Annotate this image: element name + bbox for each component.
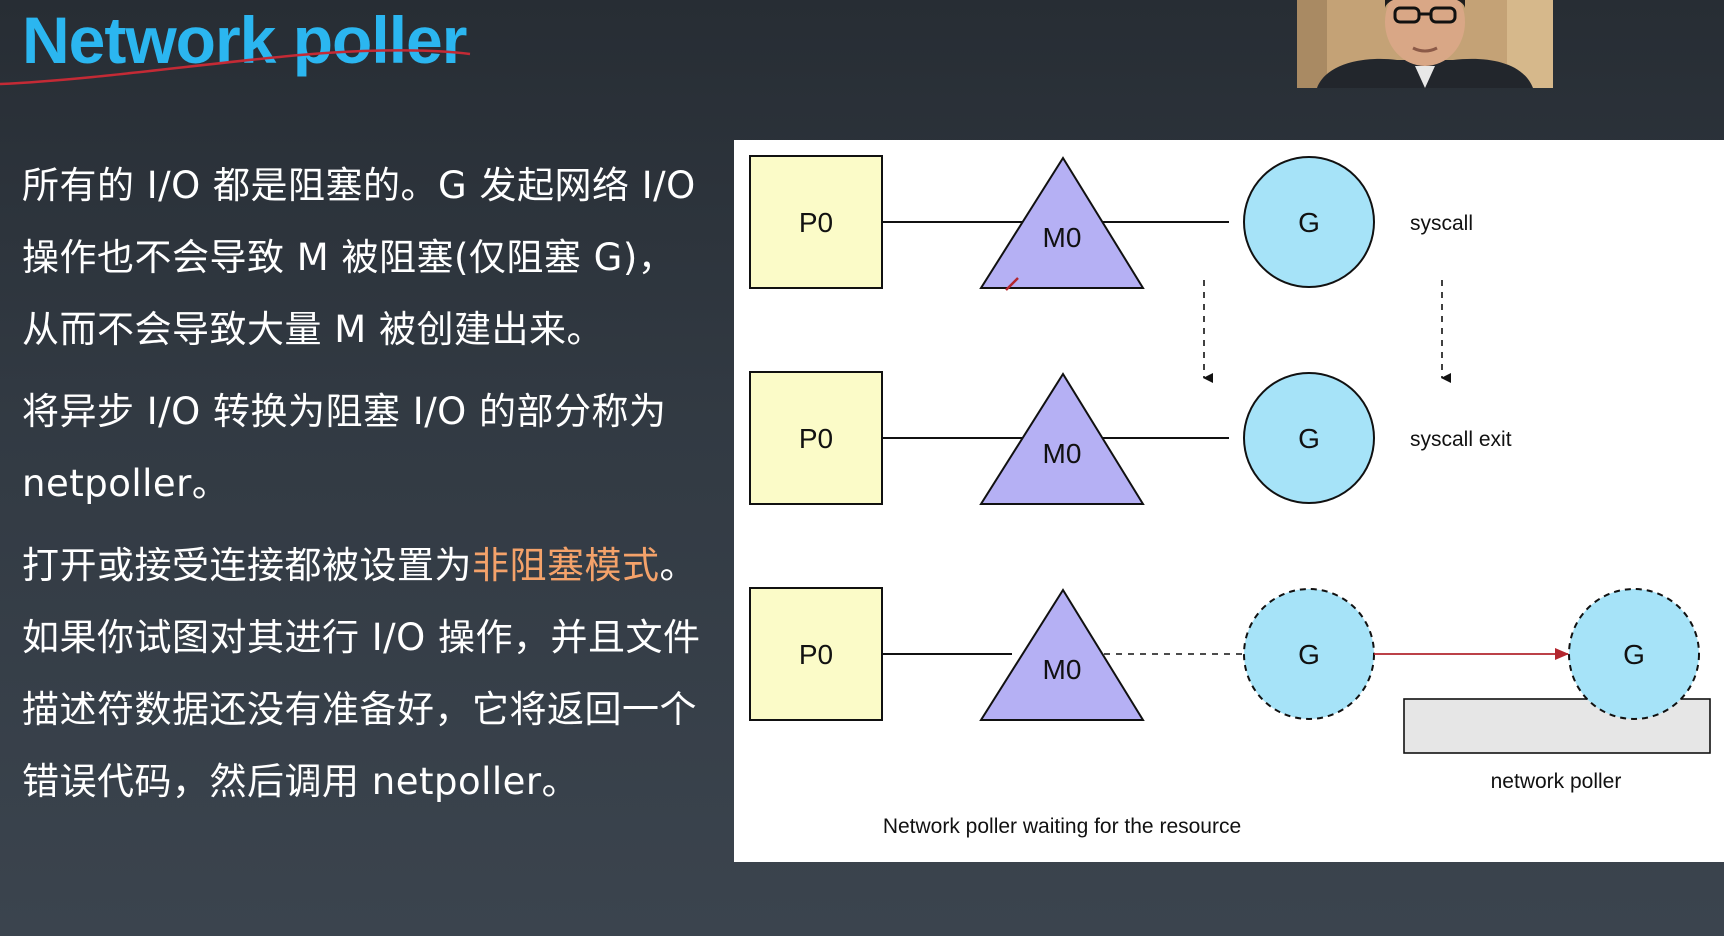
diagram-row-syscall-exit: P0 M0 G syscall exit (749, 371, 1512, 505)
paragraph-io-blocking: 所有的 I/O 都是阻塞的。G 发起网络 I/O 操作也不会导致 M 被阻塞(仅… (22, 164, 696, 351)
goroutine-label: G (1298, 207, 1320, 238)
goroutine-label: G (1298, 639, 1320, 670)
processor-label: P0 (799, 207, 833, 238)
network-poller-diagram: P0 M0 G syscall P0 M0 G syscall exit P0 (749, 155, 1711, 838)
highlight-nonblocking-mode: 非阻塞模式 (472, 544, 660, 587)
slide-body-text: 所有的 I/O 都是阻塞的。G 发起网络 I/O 操作也不会导致 M 被阻塞(仅… (22, 150, 712, 818)
syscall-exit-label: syscall exit (1410, 428, 1512, 451)
machine-label: M0 (1043, 222, 1082, 253)
presenter-webcam (1297, 0, 1553, 88)
goroutine-label: G (1298, 423, 1320, 454)
network-poller-label: network poller (1491, 770, 1622, 793)
processor-label: P0 (799, 423, 833, 454)
syscall-label: syscall (1410, 212, 1473, 235)
diagram-row-syscall: P0 M0 G syscall (749, 155, 1473, 289)
processor-label: P0 (799, 639, 833, 670)
goroutine-label: G (1623, 639, 1645, 670)
paragraph-nonblocking-before: 打开或接受连接都被设置为 (22, 544, 472, 587)
diagram-row-network-poller: P0 M0 G G network poller Network poller … (749, 587, 1711, 838)
presenter-image (1297, 0, 1553, 88)
diagram-caption: Network poller waiting for the resource (883, 815, 1241, 838)
paragraph-nonblocking-mode: 打开或接受连接都被设置为非阻塞模式。如果你试图对其进行 I/O 操作，并且文件描… (22, 530, 712, 818)
diagram-panel: P0 M0 G syscall P0 M0 G syscall exit P0 (734, 140, 1724, 862)
machine-label: M0 (1043, 438, 1082, 469)
paragraph-netpoller-definition: 将异步 I/O 转换为阻塞 I/O 的部分称为 netpoller。 (22, 390, 667, 505)
title-underline-stroke (0, 49, 471, 86)
machine-label: M0 (1043, 654, 1082, 685)
